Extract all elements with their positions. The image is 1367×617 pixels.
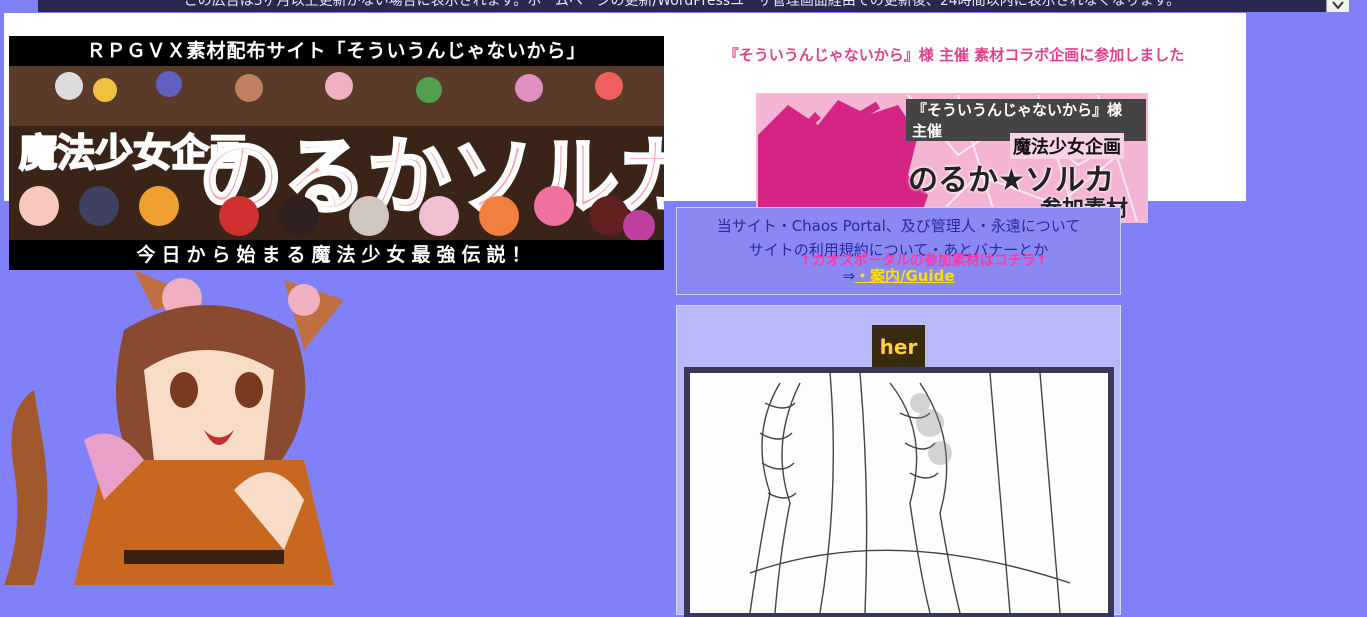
her-tab[interactable]: her <box>872 325 925 367</box>
collab-banner[interactable]: 『そういうんじゃないから』様 主催 魔法少女企画 のるか★ソルカ 参加素材 <box>756 93 1148 223</box>
catgirl-illustration <box>4 270 344 585</box>
chevron-down-icon <box>1332 1 1344 10</box>
ad-scroll-button[interactable] <box>1326 0 1349 12</box>
collab-title: 『そういうんじゃないから』様 主催 素材コラボ企画に参加しました <box>723 46 1185 64</box>
banner-bottom-text: 今日から始まる魔法少女最強伝説！ <box>9 240 664 270</box>
rpgvx-site-banner[interactable]: ＲＰＧＶＸ素材配布サイト「そういうんじゃないから」 魔法少女企画 のるかソルカ … <box>9 36 664 270</box>
info-about-text: 当サイト・Chaos Portal、及び管理人・永遠について <box>716 217 1081 235</box>
ad-notice-text: この広告は3ヶ月以上更新がない場合に表示されます。ホームページの更新/WordP… <box>183 0 1181 9</box>
banner-top-text: ＲＰＧＶＸ素材配布サイト「そういうんじゃないから」 <box>9 36 664 66</box>
braided-hair-sketch <box>690 373 1108 613</box>
banner-artwork: 魔法少女企画 のるかソルカ <box>9 66 664 240</box>
participation-note: ↑カオスポータルの参加素材はコチラ↑ <box>800 253 1048 269</box>
ad-notice-bar: この広告は3ヶ月以上更新がない場合に表示されます。ホームページの更新/WordP… <box>38 0 1326 12</box>
